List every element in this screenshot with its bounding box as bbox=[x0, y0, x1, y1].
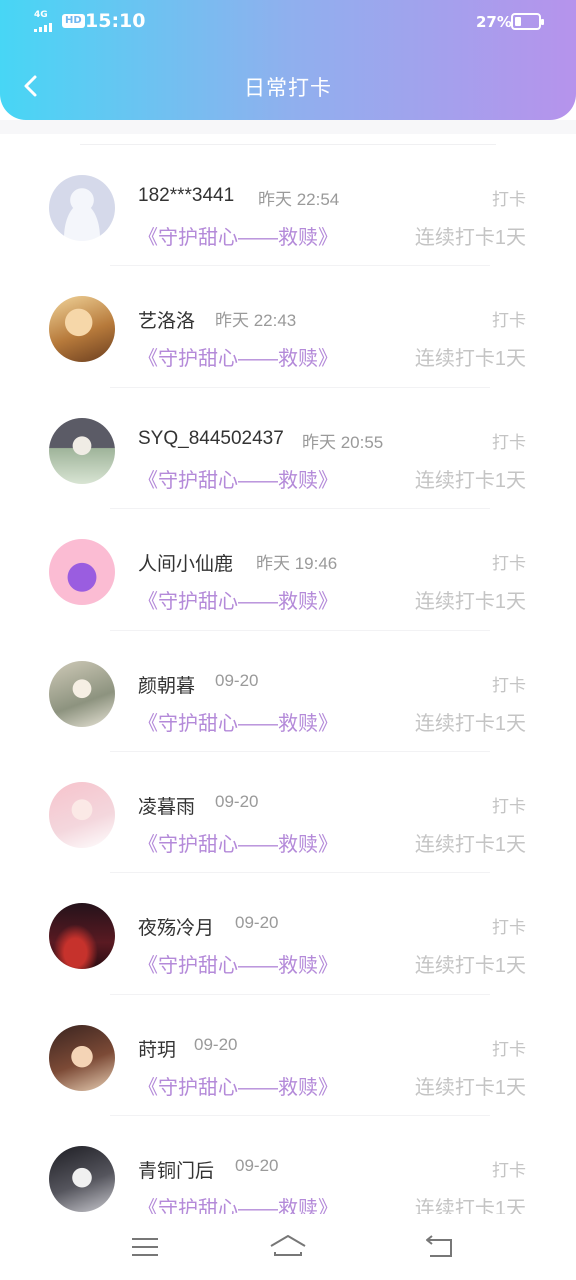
list-item[interactable]: 青铜门后 09-20 打卡 《守护甜心——救赎》 连续打卡1天 bbox=[0, 1116, 576, 1214]
status-bar: 4G HD 15:10 27% bbox=[0, 0, 576, 44]
checkin-time: 09-20 bbox=[235, 1156, 279, 1176]
list-item[interactable]: 莳玥 09-20 打卡 《守护甜心——救赎》 连续打卡1天 bbox=[0, 995, 576, 1117]
checkin-label: 打卡 bbox=[492, 432, 526, 452]
list-item[interactable]: SYQ_844502437 昨天 20:55 打卡 《守护甜心——救赎》 连续打… bbox=[0, 388, 576, 510]
user-name[interactable]: SYQ_844502437 bbox=[138, 428, 284, 450]
list-top-spacer bbox=[0, 120, 576, 134]
list-item[interactable]: 凌暮雨 09-20 打卡 《守护甜心——救赎》 连续打卡1天 bbox=[0, 752, 576, 874]
signal-icon: 4G bbox=[34, 10, 58, 32]
avatar[interactable] bbox=[49, 903, 115, 970]
checkin-time: 09-20 bbox=[194, 1034, 238, 1054]
avatar[interactable] bbox=[49, 1146, 115, 1213]
checkin-label: 打卡 bbox=[492, 796, 526, 816]
checkin-label: 打卡 bbox=[492, 311, 526, 331]
checkin-time: 09-20 bbox=[235, 913, 279, 933]
status-time: 15:10 bbox=[85, 10, 146, 32]
streak-text: 连续打卡1天 bbox=[414, 712, 526, 735]
user-name[interactable]: 青铜门后 bbox=[138, 1156, 214, 1183]
book-title[interactable]: 《守护甜心——救赎》 bbox=[138, 585, 338, 614]
app-header: 4G HD 15:10 27% 日常打卡 bbox=[0, 0, 576, 120]
checkin-label: 打卡 bbox=[492, 1161, 526, 1181]
system-nav-bar bbox=[0, 1214, 576, 1280]
list-item[interactable]: 182***3441 昨天 22:54 打卡 《守护甜心——救赎》 连续打卡1天 bbox=[0, 145, 576, 267]
page-title: 日常打卡 bbox=[244, 77, 332, 100]
checkin-time: 昨天 19:46 bbox=[256, 554, 338, 574]
user-name[interactable]: 人间小仙鹿 bbox=[138, 549, 233, 576]
avatar[interactable] bbox=[49, 781, 115, 848]
book-title[interactable]: 《守护甜心——救赎》 bbox=[138, 707, 338, 736]
book-title[interactable]: 《守护甜心——救赎》 bbox=[138, 1071, 338, 1100]
checkin-label: 打卡 bbox=[492, 675, 526, 695]
book-title[interactable]: 《守护甜心——救赎》 bbox=[138, 949, 338, 978]
avatar[interactable] bbox=[49, 539, 115, 606]
user-name[interactable]: 莳玥 bbox=[138, 1035, 176, 1062]
checkin-time: 09-20 bbox=[215, 791, 259, 811]
home-icon bbox=[270, 1235, 306, 1256]
streak-text: 连续打卡1天 bbox=[414, 1076, 526, 1099]
list-item[interactable]: 夜殇冷月 09-20 打卡 《守护甜心——救赎》 连续打卡1天 bbox=[0, 873, 576, 995]
user-name[interactable]: 艺洛洛 bbox=[138, 306, 195, 333]
user-name[interactable]: 凌暮雨 bbox=[138, 792, 195, 819]
battery-icon bbox=[511, 13, 544, 30]
book-title[interactable]: 《守护甜心——救赎》 bbox=[138, 1192, 338, 1214]
avatar[interactable] bbox=[49, 296, 115, 363]
checkin-time: 昨天 20:55 bbox=[302, 432, 384, 452]
streak-text: 连续打卡1天 bbox=[414, 591, 526, 614]
list-item[interactable]: 艺洛洛 昨天 22:43 打卡 《守护甜心——救赎》 连续打卡1天 bbox=[0, 266, 576, 388]
network-type: 4G bbox=[34, 10, 48, 20]
checkin-time: 昨天 22:54 bbox=[258, 190, 340, 209]
checkin-list[interactable]: 182***3441 昨天 22:54 打卡 《守护甜心——救赎》 连续打卡1天… bbox=[0, 120, 576, 1214]
hd-badge: HD bbox=[62, 14, 85, 28]
checkin-label: 打卡 bbox=[492, 554, 526, 574]
streak-text: 连续打卡1天 bbox=[414, 1198, 526, 1214]
streak-text: 连续打卡1天 bbox=[414, 955, 526, 978]
avatar[interactable] bbox=[49, 417, 115, 484]
book-title[interactable]: 《守护甜心——救赎》 bbox=[138, 828, 338, 857]
user-name[interactable]: 颜朝暮 bbox=[138, 671, 195, 698]
list-item[interactable]: 颜朝暮 09-20 打卡 《守护甜心——救赎》 连续打卡1天 bbox=[0, 631, 576, 752]
user-name[interactable]: 夜殇冷月 bbox=[138, 913, 214, 940]
avatar[interactable] bbox=[49, 175, 115, 241]
home-button[interactable] bbox=[266, 1230, 310, 1264]
book-title[interactable]: 《守护甜心——救赎》 bbox=[138, 342, 338, 371]
checkin-time: 昨天 22:43 bbox=[215, 311, 297, 331]
streak-text: 连续打卡1天 bbox=[414, 833, 526, 856]
streak-text: 连续打卡1天 bbox=[414, 469, 526, 492]
checkin-label: 打卡 bbox=[492, 918, 526, 938]
checkin-time: 09-20 bbox=[215, 670, 259, 690]
menu-icon bbox=[132, 1238, 158, 1256]
battery-percent: 27% bbox=[476, 13, 512, 31]
avatar[interactable] bbox=[49, 660, 115, 727]
streak-text: 连续打卡1天 bbox=[414, 227, 526, 249]
checkin-label: 打卡 bbox=[492, 1039, 526, 1059]
checkin-label: 打卡 bbox=[492, 190, 526, 209]
avatar[interactable] bbox=[49, 1024, 115, 1091]
book-title[interactable]: 《守护甜心——救赎》 bbox=[138, 464, 338, 493]
book-title[interactable]: 《守护甜心——救赎》 bbox=[138, 221, 338, 250]
back-nav-button[interactable] bbox=[418, 1230, 462, 1264]
user-name[interactable]: 182***3441 bbox=[138, 185, 234, 207]
list-item[interactable]: 人间小仙鹿 昨天 19:46 打卡 《守护甜心——救赎》 连续打卡1天 bbox=[0, 509, 576, 631]
menu-button[interactable] bbox=[123, 1230, 167, 1264]
back-icon bbox=[426, 1235, 452, 1257]
streak-text: 连续打卡1天 bbox=[414, 348, 526, 371]
